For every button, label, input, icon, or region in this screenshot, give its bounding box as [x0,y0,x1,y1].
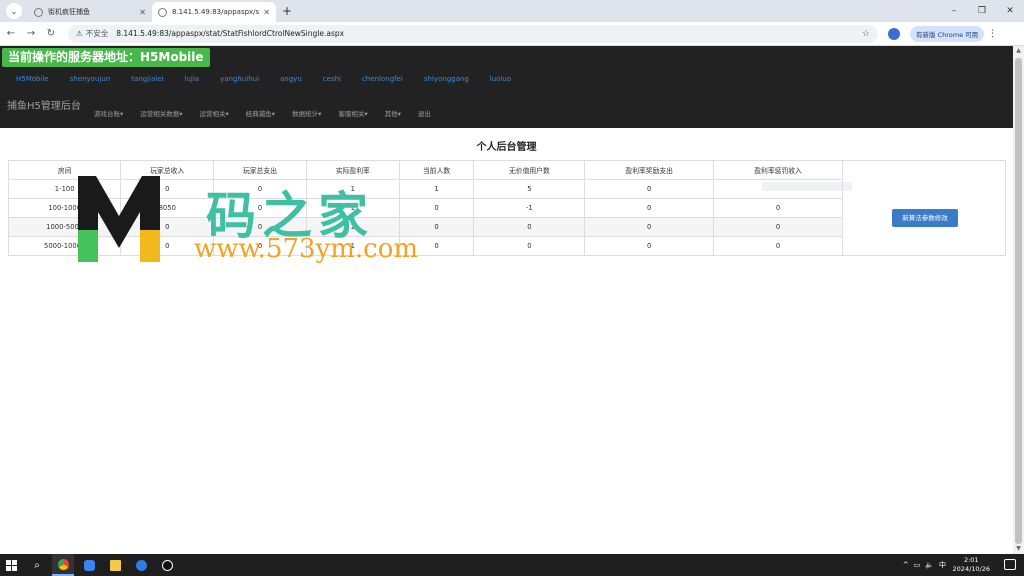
restore-icon[interactable]: ❐ [968,6,996,16]
server-list: H5Mobile shenyoujun tangjialei lujia yan… [16,75,532,83]
watermark-url: www.573ym.com [194,234,419,264]
url-text[interactable]: 8.141.5.49:83/appaspx/stat/StatFishlordC… [116,29,862,38]
close-icon[interactable]: ✕ [263,8,270,17]
table-cell: 0 [473,217,586,237]
close-icon[interactable]: ✕ [139,8,146,17]
main-menu: 游戏台账▾ 运营相关数据▾ 运营相关▾ 经典捕鱼▾ 数据统计▾ 客服相关▾ 其他… [94,108,448,118]
security-label[interactable]: 不安全 [86,28,109,39]
close-window-icon[interactable]: ✕ [996,6,1024,16]
menu-item-logout[interactable]: 退出 [418,108,431,118]
tab-label: 8.141.5.49:83/appaspx/stat/ [172,8,260,16]
back-arrow-icon[interactable]: ← [2,28,20,39]
server-link[interactable]: luoluo [490,75,511,83]
scroll-thumb[interactable] [1015,58,1022,544]
clock-time: 2:01 [963,556,979,564]
faint-hint-bar [762,182,852,191]
ime-indicator[interactable]: 中 [939,560,946,570]
brand-title[interactable]: 捕鱼H5管理后台 [7,97,81,112]
chrome-update-button[interactable]: 有新版 Chrome 可用 [910,25,985,42]
table-cell: 0 [713,198,843,218]
address-bar[interactable]: ⚠ 不安全 8.141.5.49:83/appaspx/stat/StatFis… [68,24,878,43]
table-cell: 5 [473,179,586,199]
server-link[interactable]: shenyoujun [70,75,111,83]
server-link[interactable]: tangjialei [131,75,163,83]
table-cell: 0 [584,236,715,256]
clock-date: 2024/10/26 [952,565,990,573]
menu-item-classic-fishing[interactable]: 经典捕鱼▾ [246,108,275,118]
scroll-up-icon[interactable]: ▲ [1013,46,1024,56]
app-taskbar-icon[interactable] [78,554,100,576]
table-cell: 0 [584,217,715,237]
tab-inactive[interactable]: 街机疯狂捕鱼 ✕ [28,2,152,22]
profile-avatar-icon[interactable] [888,27,900,40]
scroll-down-icon[interactable]: ▼ [1013,544,1024,554]
tab-active[interactable]: 8.141.5.49:83/appaspx/stat/ ✕ [152,2,276,22]
warning-icon: ⚠ [76,29,83,38]
tab-search-icon[interactable]: ⌄ [6,3,22,19]
server-link[interactable]: angyu [280,75,302,83]
windows-taskbar: ⌕ ^ ▭ 🔈 中 2:01 2024/10/26 [0,554,1024,576]
menu-item-game-ledger[interactable]: 游戏台账▾ [94,108,123,118]
menu-item-ops-data[interactable]: 运营相关数据▾ [140,108,182,118]
volume-icon[interactable]: 🔈 [925,561,934,569]
new-tab-plus-icon[interactable]: + [282,4,292,18]
reload-icon[interactable]: ↻ [42,28,60,39]
server-link[interactable]: chenlongfei [362,75,403,83]
chrome-taskbar-icon[interactable] [52,554,74,576]
column-header: 无价值用户数 [473,160,586,180]
server-link[interactable]: H5Mobile [16,75,49,83]
tab-favicon-icon [158,7,167,17]
start-button[interactable] [0,554,22,576]
table-cell: 0 [584,198,715,218]
tray-expand-icon[interactable]: ^ [903,561,909,569]
table-cell: 0 [473,236,586,256]
server-link[interactable]: yanghuihui [220,75,259,83]
browser-toolbar: ← → ↻ ⚠ 不安全 8.141.5.49:83/appaspx/stat/S… [0,22,1024,46]
table-cell: 0 [713,236,843,256]
menu-item-other[interactable]: 其他▾ [385,108,401,118]
forward-arrow-icon[interactable]: → [22,28,40,39]
browser-tab-strip: ⌄ 街机疯狂捕鱼 ✕ 8.141.5.49:83/appaspx/stat/ ✕… [0,0,1024,22]
watermark-m-logo [78,176,160,262]
menu-item-statistics[interactable]: 数据统计▾ [292,108,321,118]
minimize-icon[interactable]: – [940,6,968,16]
side-panel: 新算法参数修改 [842,160,1006,256]
menu-item-customer-service[interactable]: 客服相关▾ [338,108,367,118]
notification-icon[interactable] [1004,559,1016,570]
qq-taskbar-icon[interactable] [156,554,178,576]
table-cell: -1 [473,198,586,218]
window-controls: – ❐ ✕ [940,0,1024,22]
page-title: 个人后台管理 [476,142,537,153]
windows-logo-icon [5,559,17,571]
system-tray: ^ ▭ 🔈 中 [898,554,946,576]
server-link[interactable]: ceshi [323,75,341,83]
server-link[interactable]: shiyonggang [424,75,469,83]
watermark: 码之家 www.573ym.com [74,170,454,270]
search-icon[interactable]: ⌕ [26,554,48,576]
new-algorithm-params-button[interactable]: 新算法参数修改 [892,209,958,227]
more-menu-icon[interactable]: ⋮ [988,29,997,39]
tab-favicon-icon [34,7,43,17]
page-scrollbar[interactable]: ▲ ▼ [1013,46,1024,554]
bookmark-star-icon[interactable]: ☆ [862,29,870,39]
page-header: 当前操作的服务器地址：H5Mobile H5Mobile shenyoujun … [0,46,1013,128]
menu-item-ops[interactable]: 运营相关▾ [200,108,229,118]
clock[interactable]: 2:01 2024/10/26 [953,556,990,574]
server-link[interactable]: lujia [185,75,200,83]
tab-label: 街机疯狂捕鱼 [48,8,90,16]
file-explorer-icon[interactable] [104,554,126,576]
table-cell: 0 [584,179,715,199]
table-cell: 0 [713,217,843,237]
column-header: 盈利率奖励支出 [584,160,715,180]
network-icon[interactable]: ▭ [914,561,921,569]
column-header: 盈利率惩罚收入 [713,160,843,180]
server-badge: 当前操作的服务器地址：H5Mobile [2,48,210,67]
browser-taskbar-icon[interactable] [130,554,152,576]
